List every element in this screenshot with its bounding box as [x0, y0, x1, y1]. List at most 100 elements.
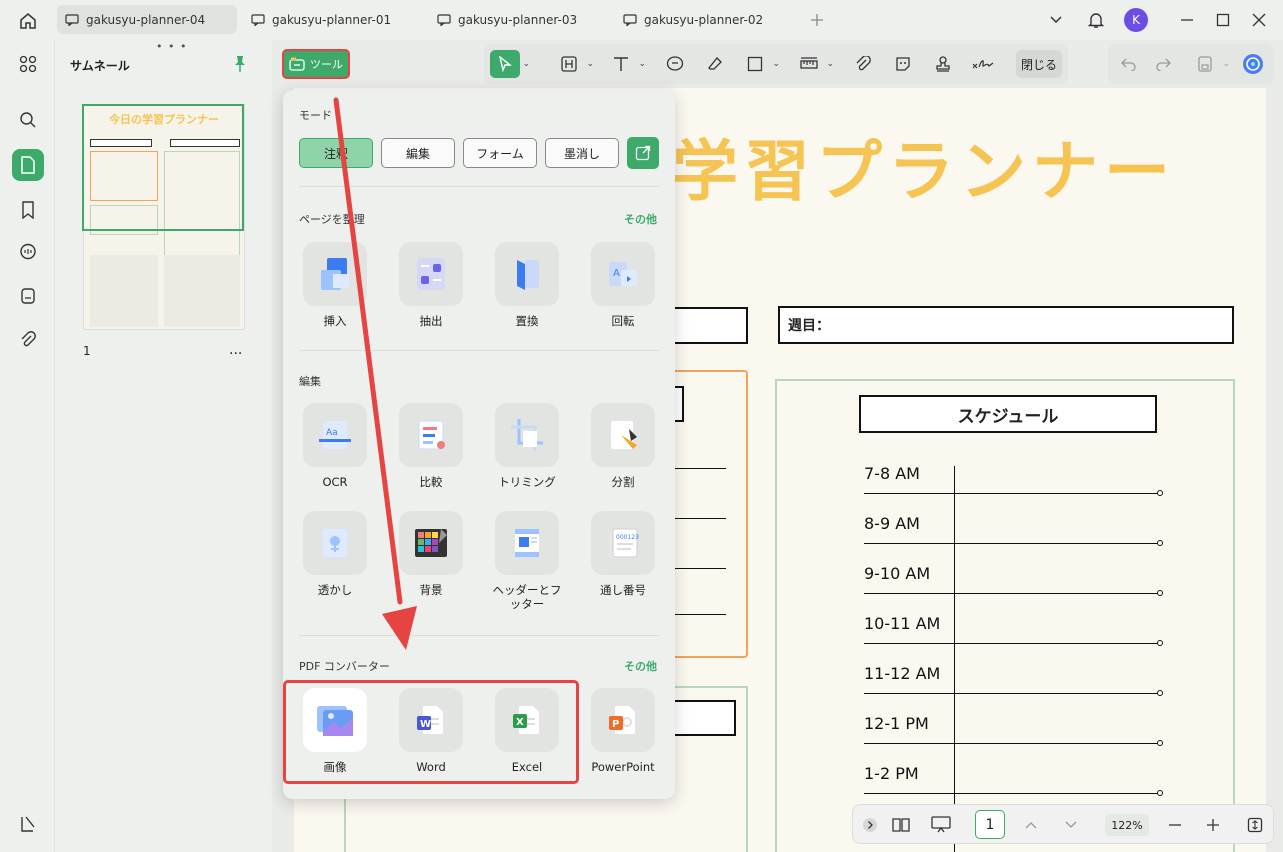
- new-tab-button[interactable]: [806, 8, 828, 32]
- compare-item[interactable]: 比較: [391, 403, 471, 489]
- mode-section-title: モード: [299, 109, 332, 122]
- redo-button[interactable]: [1148, 50, 1178, 78]
- pin-icon[interactable]: [233, 55, 247, 76]
- sticker-tool[interactable]: [888, 50, 918, 78]
- mode-form-button[interactable]: フォーム: [463, 138, 537, 168]
- shape-tool[interactable]: ⌄: [740, 50, 780, 78]
- rail-library-button[interactable]: [12, 808, 44, 840]
- convert-powerpoint-item[interactable]: P PowerPoint: [583, 688, 663, 774]
- rail-comment-button[interactable]: [12, 236, 44, 268]
- eraser-icon: [708, 57, 722, 70]
- tab-gakusyu-planner-01[interactable]: gakusyu-planner-01: [243, 5, 423, 34]
- page-number-input[interactable]: 1: [975, 810, 1005, 839]
- document-stack-icon: [21, 288, 35, 304]
- replace-page-item[interactable]: 置換: [487, 242, 567, 328]
- search-icon: [20, 112, 36, 128]
- reading-mode-button[interactable]: [889, 813, 913, 837]
- highlight-tool[interactable]: ⌄: [554, 50, 594, 78]
- comment-icon: [437, 13, 451, 26]
- ocr-item[interactable]: Aa OCR: [295, 403, 375, 489]
- rail-thumbnail-button[interactable]: [12, 149, 44, 181]
- mode-annotate-button[interactable]: 注釈: [299, 138, 373, 168]
- redo-icon: [1156, 58, 1171, 71]
- header-footer-item[interactable]: ヘッダーとフッター: [487, 511, 567, 612]
- close-window-button[interactable]: [1248, 8, 1270, 32]
- zoom-in-button[interactable]: [1203, 813, 1223, 837]
- annotation-toolbar: ⌄ ⌄ ⌄ ⌄ ⌄ 閉じる: [484, 44, 1068, 84]
- minimize-icon: [1181, 19, 1193, 21]
- chevron-down-icon[interactable]: ⌄: [1222, 59, 1230, 69]
- user-avatar[interactable]: K: [1124, 8, 1148, 32]
- convert-powerpoint-label: PowerPoint: [591, 760, 655, 774]
- stamp-tool[interactable]: [928, 50, 958, 78]
- next-page-button[interactable]: [1059, 813, 1083, 837]
- rotate-page-item[interactable]: A 回転: [583, 242, 663, 328]
- undo-button[interactable]: [1114, 50, 1144, 78]
- chevron-down-icon[interactable]: ⌄: [772, 59, 780, 69]
- tab-gakusyu-planner-03[interactable]: gakusyu-planner-03: [429, 5, 609, 34]
- crop-item[interactable]: トリミング: [487, 403, 567, 489]
- tool-menu-button[interactable]: ツール: [282, 49, 350, 79]
- chevron-down-icon[interactable]: ⌄: [826, 59, 834, 69]
- text-tool[interactable]: ⌄: [606, 50, 646, 78]
- bates-number-item[interactable]: 000123 通し番号: [583, 511, 663, 597]
- mode-edit-button[interactable]: 編集: [381, 138, 455, 168]
- zoom-level[interactable]: 122%: [1105, 814, 1149, 836]
- tab-label: gakusyu-planner-03: [458, 12, 578, 27]
- mode-redact-button[interactable]: 墨消し: [545, 138, 619, 168]
- insert-page-item[interactable]: 挿入: [295, 242, 375, 328]
- ai-assistant-button[interactable]: [1238, 50, 1268, 78]
- svg-text:000123: 000123: [616, 534, 639, 541]
- chevron-up-icon: [1025, 822, 1037, 829]
- presentation-button[interactable]: [929, 813, 953, 837]
- notification-button[interactable]: [1085, 8, 1107, 32]
- schedule-panel: [775, 379, 1235, 852]
- open-external-button[interactable]: [627, 137, 659, 169]
- header-footer-label: ヘッダーとフッター: [492, 583, 562, 612]
- close-toolbar-button[interactable]: 閉じる: [1016, 50, 1062, 78]
- chevron-down-icon[interactable]: ⌄: [586, 59, 594, 69]
- tab-list-button[interactable]: [1045, 8, 1067, 32]
- tab-gakusyu-planner-04[interactable]: gakusyu-planner-04: [57, 5, 237, 34]
- toolbox-icon: [289, 57, 305, 71]
- home-icon[interactable]: [12, 8, 44, 34]
- chevron-down-icon[interactable]: ⌄: [638, 59, 646, 69]
- zoom-out-button[interactable]: [1165, 813, 1185, 837]
- eraser-tool[interactable]: [700, 50, 730, 78]
- background-item[interactable]: 背景: [391, 511, 471, 597]
- chevron-down-icon: [1065, 821, 1077, 828]
- split-icon: [591, 403, 655, 467]
- ruler-icon: [800, 57, 818, 69]
- drag-handle[interactable]: • • •: [156, 40, 187, 53]
- previous-page-button[interactable]: [1019, 813, 1043, 837]
- rail-search-button[interactable]: [12, 104, 44, 136]
- time-label: 11-12 AM: [864, 664, 941, 683]
- organize-more-link[interactable]: その他: [624, 211, 657, 227]
- time-label: 8-9 AM: [864, 514, 920, 533]
- maximize-button[interactable]: [1212, 8, 1234, 32]
- rail-apps-button[interactable]: [12, 48, 44, 80]
- measure-tool[interactable]: ⌄: [794, 50, 834, 78]
- chevron-right-icon: [863, 818, 877, 832]
- minimize-button[interactable]: [1176, 8, 1198, 32]
- tab-gakusyu-planner-02[interactable]: gakusyu-planner-02: [615, 5, 795, 34]
- expand-button[interactable]: [861, 813, 879, 837]
- save-button[interactable]: ⌄: [1190, 50, 1230, 78]
- rail-bookmark-button[interactable]: [12, 194, 44, 226]
- comment-tool[interactable]: [660, 50, 690, 78]
- select-tool[interactable]: ⌄: [490, 50, 530, 78]
- attachment-tool[interactable]: [848, 50, 878, 78]
- chevron-down-icon[interactable]: ⌄: [522, 59, 530, 69]
- rail-stamp-button[interactable]: [12, 280, 44, 312]
- minus-icon: [1169, 824, 1181, 826]
- signature-tool[interactable]: [968, 50, 998, 78]
- watermark-item[interactable]: 透かし: [295, 511, 375, 597]
- sticker-icon: [896, 57, 910, 71]
- converter-more-link[interactable]: その他: [624, 658, 657, 674]
- fit-page-button[interactable]: [1245, 813, 1265, 837]
- split-item[interactable]: 分割: [583, 403, 663, 489]
- presentation-icon: [931, 816, 951, 833]
- extract-page-item[interactable]: 抽出: [391, 242, 471, 328]
- thumbnail-more-button[interactable]: ...: [229, 342, 242, 358]
- rail-attachment-button[interactable]: [12, 324, 44, 356]
